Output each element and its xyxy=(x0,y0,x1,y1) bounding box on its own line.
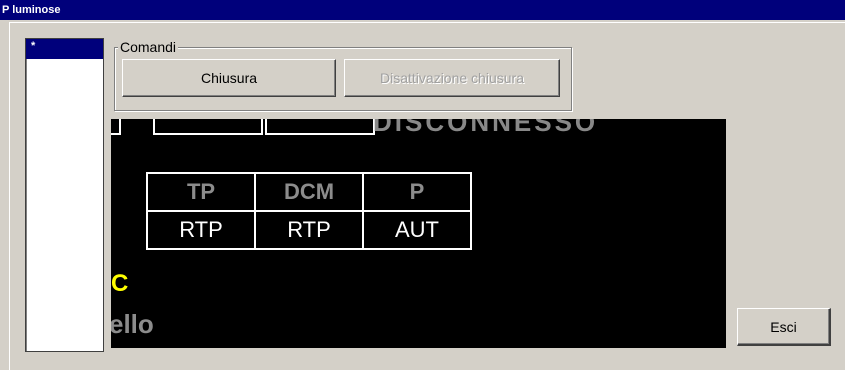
table-row: RTP RTP AUT xyxy=(146,210,472,250)
disattivazione-chiusura-button[interactable]: Disattivazione chiusura xyxy=(344,59,560,97)
table-cell: RTP xyxy=(146,210,256,250)
table-cell: RTP xyxy=(254,210,364,250)
commands-group-label: Comandi xyxy=(118,39,179,55)
esci-button[interactable]: Esci xyxy=(737,308,831,346)
status-text: DISCONNESSO xyxy=(373,119,599,137)
window-title: P luminose xyxy=(2,4,61,16)
table-header-cell: TP xyxy=(146,172,256,212)
table-header-cell: DCM xyxy=(254,172,364,212)
label-c: C xyxy=(111,270,129,297)
synoptic-screen: DISCONNESSO TP DCM P RTP RTP AUT C ello xyxy=(111,119,726,348)
table-cell: AUT xyxy=(362,210,472,250)
chiusura-button[interactable]: Chiusura xyxy=(122,59,336,97)
top-box xyxy=(265,119,375,135)
table-header-cell: P xyxy=(362,172,472,212)
table-header-row: TP DCM P xyxy=(146,172,472,212)
title-bar: P luminose xyxy=(0,0,845,20)
list-item[interactable]: * xyxy=(26,39,103,59)
top-box xyxy=(153,119,263,135)
item-listbox[interactable]: * xyxy=(25,38,104,352)
status-table: TP DCM P RTP RTP AUT xyxy=(146,172,472,250)
top-box xyxy=(111,119,121,135)
label-ello: ello xyxy=(111,309,154,339)
